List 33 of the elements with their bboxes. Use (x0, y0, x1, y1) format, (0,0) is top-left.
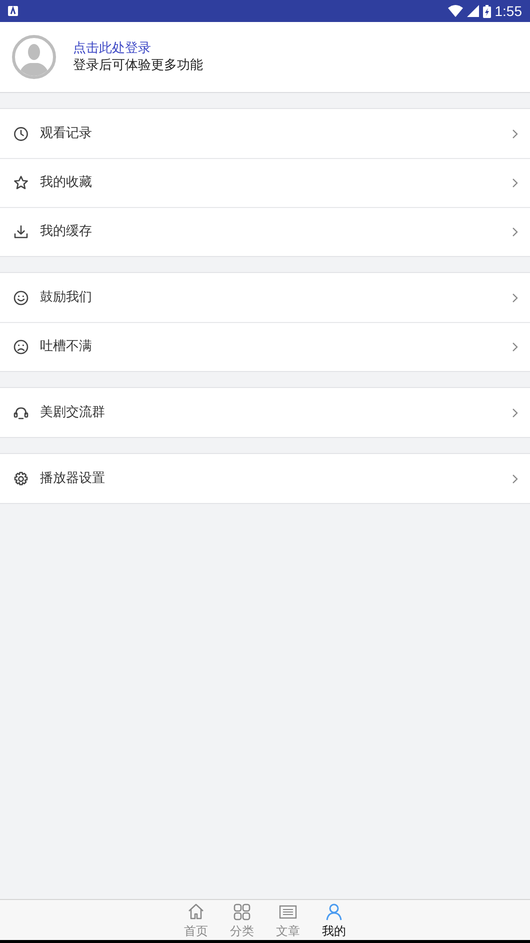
tab[interactable]: 我的 (320, 900, 348, 940)
avatar-icon[interactable] (12, 35, 56, 79)
home-icon (186, 902, 206, 922)
clock-icon (13, 126, 29, 142)
menu-item[interactable]: 鼓励我们 (0, 273, 530, 322)
chevron-right-icon (512, 342, 518, 352)
chevron-right-icon (512, 227, 518, 237)
wifi-icon (448, 5, 463, 17)
grid-icon (232, 902, 252, 922)
star-icon (13, 175, 29, 191)
status-time: 1:55 (494, 2, 522, 20)
login-link[interactable]: 点击此处登录 (73, 40, 203, 57)
headset-icon (13, 404, 29, 420)
settings-icon (13, 470, 29, 486)
chevron-right-icon (512, 128, 518, 138)
signal-icon (466, 5, 479, 17)
sad-face-icon (13, 339, 29, 355)
chevron-right-icon (512, 408, 518, 418)
download-icon (13, 224, 29, 240)
menu-item[interactable]: 吐槽不满 (0, 322, 530, 371)
menu-item[interactable]: 我的收藏 (0, 158, 530, 207)
chevron-right-icon (512, 292, 518, 302)
battery-icon (482, 4, 491, 18)
app-notification-icon (8, 6, 18, 16)
menu-item[interactable]: 美剧交流群 (0, 388, 530, 437)
menu-item[interactable]: 我的缓存 (0, 207, 530, 256)
user-icon (324, 902, 344, 922)
login-hint: 登录后可体验更多功能 (73, 57, 203, 74)
chevron-right-icon (512, 178, 518, 188)
menu-item[interactable]: 观看记录 (0, 109, 530, 158)
smiley-face-icon (13, 290, 29, 306)
chevron-right-icon (512, 474, 518, 484)
menu-item[interactable]: 播放器设置 (0, 454, 530, 503)
